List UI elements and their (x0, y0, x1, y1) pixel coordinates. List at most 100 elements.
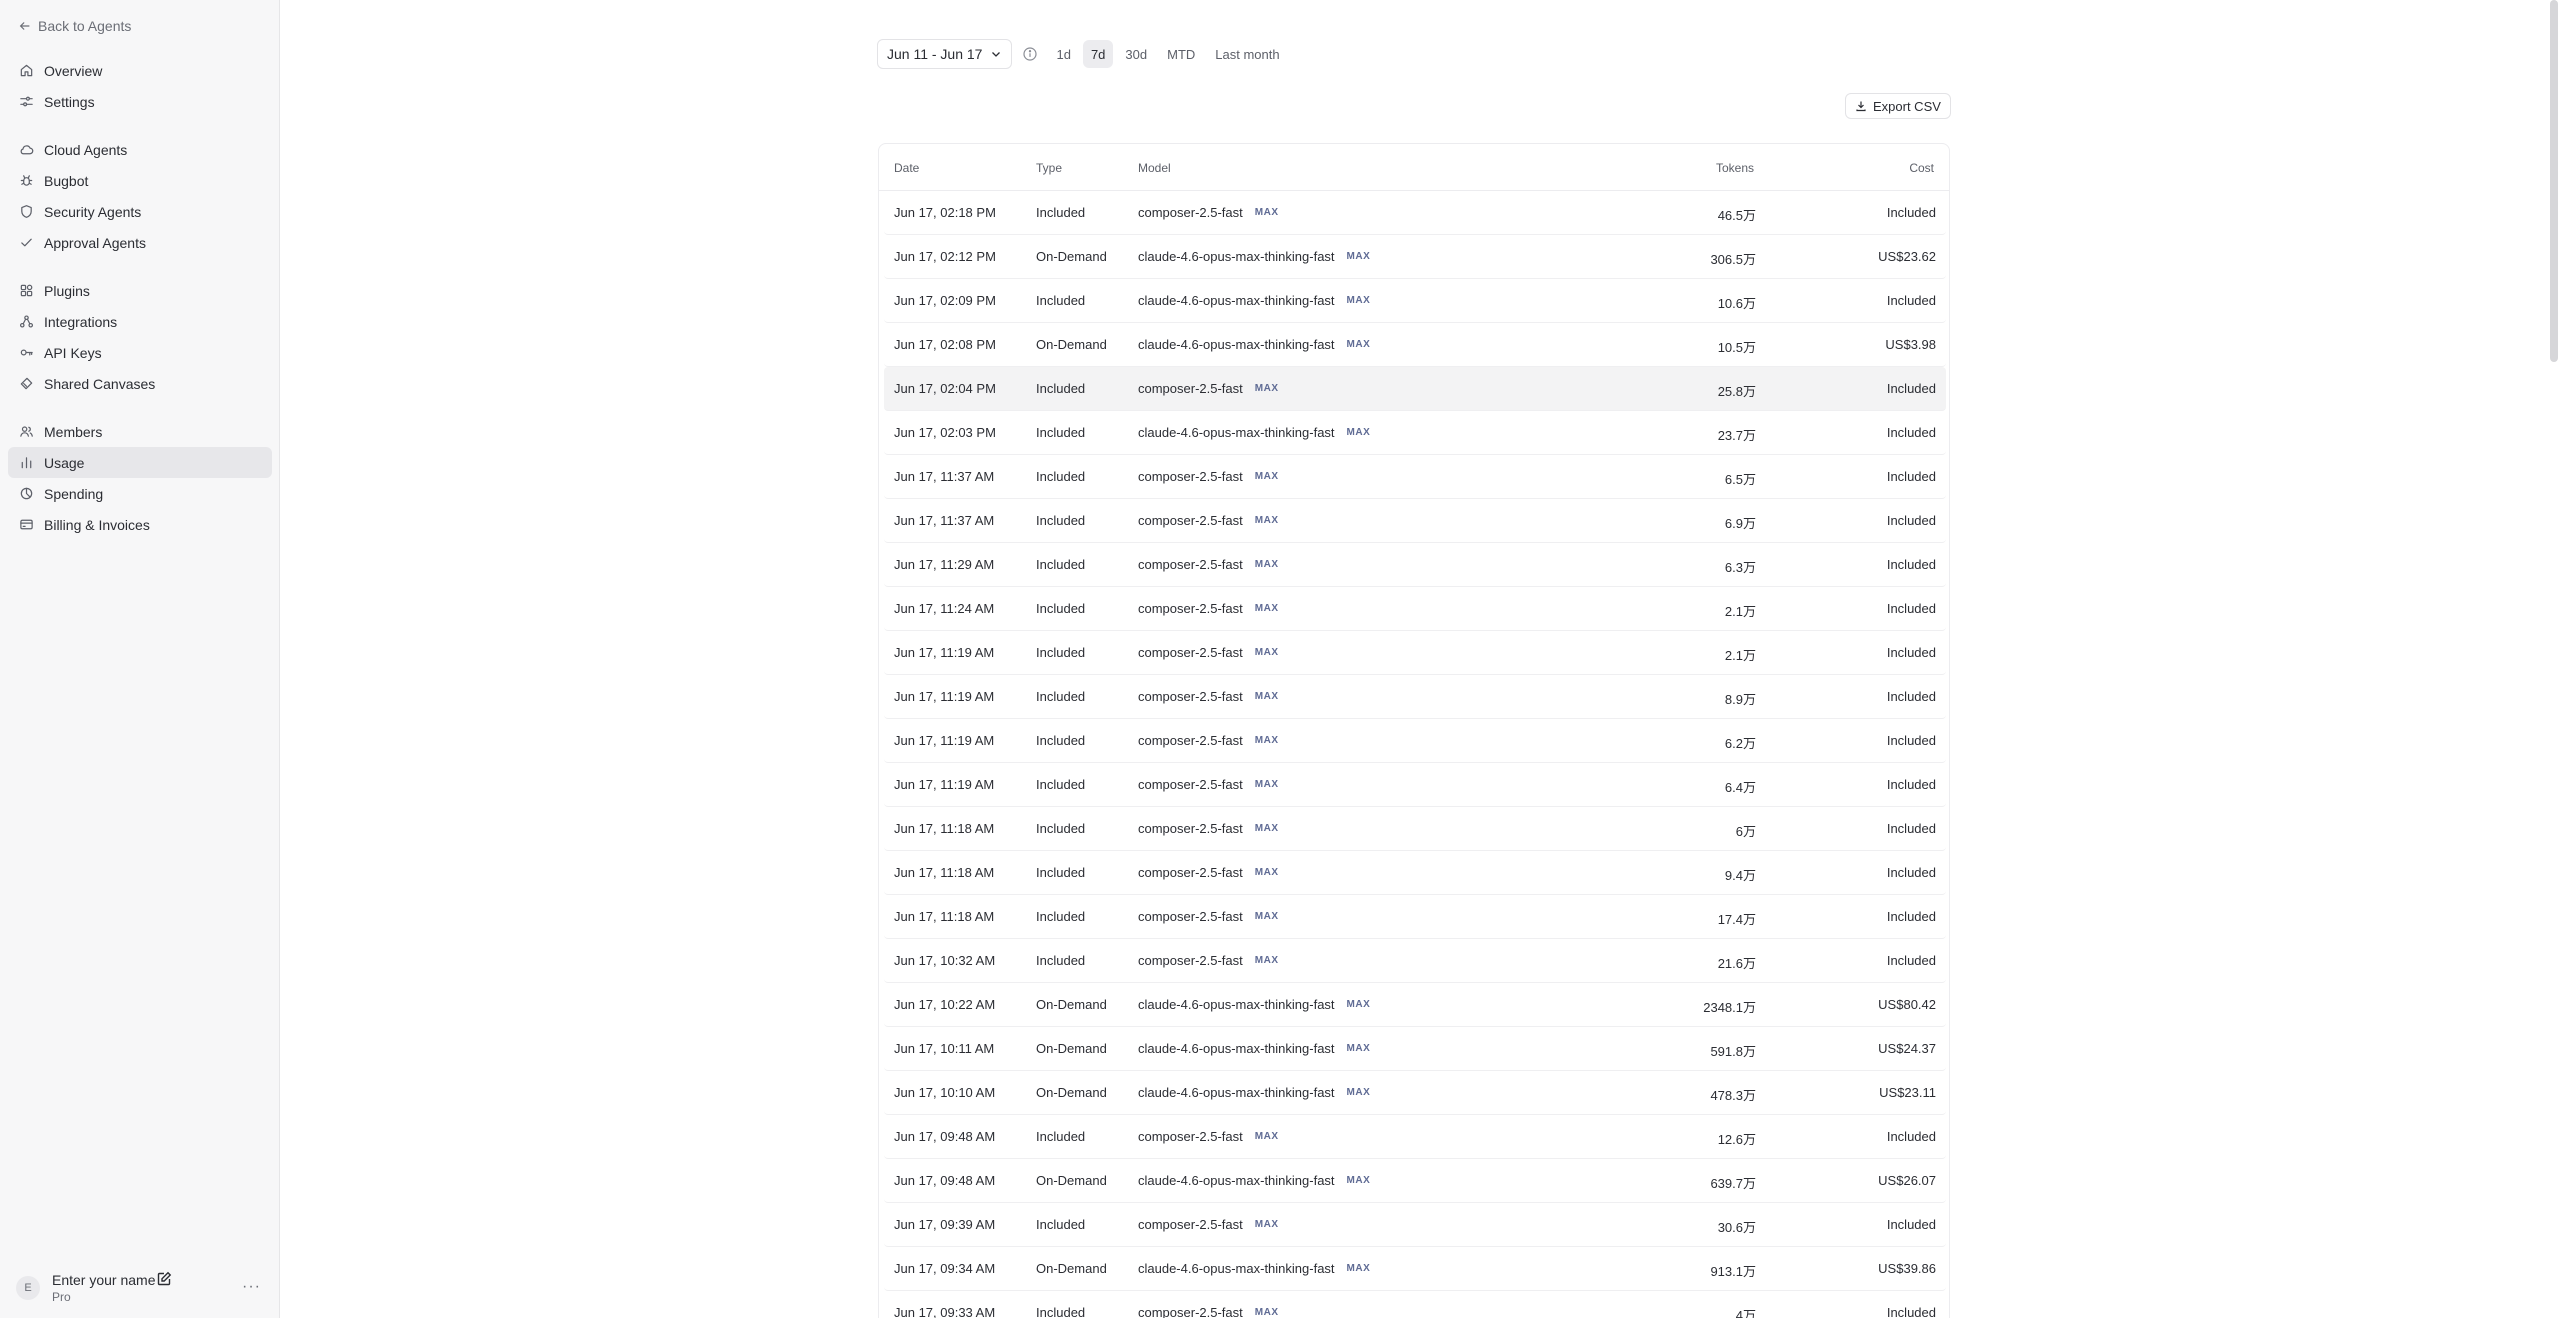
table-row[interactable]: Jun 17, 11:24 AM Included composer-2.5-fas… (884, 587, 1946, 631)
date-range-picker[interactable]: Jun 11 - Jun 17 (877, 39, 1013, 69)
cell-tokens: 10.5万 (1717, 340, 1756, 355)
model-name: composer-2.5-fast (1138, 381, 1243, 396)
sidebar-item-usage[interactable]: Usage (8, 447, 272, 478)
cell-tokens: 6万 (1735, 824, 1756, 839)
cell-date: Jun 17, 02:03 PM (894, 425, 996, 440)
sidebar-item-settings[interactable]: Settings (8, 86, 272, 117)
table-row[interactable]: Jun 17, 02:08 PM On-Demand claude-4.6-opus… (884, 323, 1946, 367)
page-scrollbar[interactable] (2550, 0, 2558, 362)
table-row[interactable]: Jun 17, 11:19 AM Included composer-2.5-fas… (884, 675, 1946, 719)
max-badge: MAX (1346, 1175, 1371, 1186)
cell-type: Included (1036, 733, 1086, 748)
model-name: claude-4.6-opus-max-thinking-fast (1138, 997, 1335, 1012)
max-badge: MAX (1254, 911, 1279, 922)
table-row[interactable]: Jun 17, 11:19 AM Included composer-2.5-fas… (884, 763, 1946, 807)
header-date[interactable]: Date (894, 161, 919, 175)
model-name: claude-4.6-opus-max-thinking-fast (1138, 293, 1335, 308)
sidebar-item-label: API Keys (44, 344, 102, 361)
cell-date: Jun 17, 09:39 AM (894, 1217, 996, 1232)
sliders-icon (19, 94, 34, 109)
cell-tokens: 478.3万 (1710, 1088, 1756, 1103)
cell-type: Included (1036, 293, 1086, 308)
preset-last-month[interactable]: Last month (1207, 40, 1287, 68)
cell-model: composer-2.5-fast MAX (1138, 1129, 1279, 1144)
cell-cost: Included (1886, 1129, 1936, 1144)
max-badge: MAX (1346, 999, 1371, 1010)
back-to-agents-link[interactable]: Back to Agents (18, 18, 131, 34)
sidebar-item-approval-agents[interactable]: Approval Agents (8, 227, 272, 258)
table-row[interactable]: Jun 17, 09:33 AM Included composer-2.5-fas… (884, 1291, 1946, 1318)
cell-date: Jun 17, 10:10 AM (894, 1085, 996, 1100)
cell-cost: Included (1886, 645, 1936, 660)
table-row[interactable]: Jun 17, 11:18 AM Included composer-2.5-fas… (884, 807, 1946, 851)
table-row[interactable]: Jun 17, 09:34 AM On-Demand claude-4.6-opus… (884, 1247, 1946, 1291)
table-row[interactable]: Jun 17, 10:32 AM Included composer-2.5-fas… (884, 939, 1946, 983)
sidebar-item-security-agents[interactable]: Security Agents (8, 196, 272, 227)
sidebar-item-bugbot[interactable]: Bugbot (8, 165, 272, 196)
table-row[interactable]: Jun 17, 02:09 PM Included claude-4.6-opus-… (884, 279, 1946, 323)
edit-icon[interactable] (156, 1271, 172, 1287)
table-row[interactable]: Jun 17, 11:19 AM Included composer-2.5-fas… (884, 631, 1946, 675)
cell-model: composer-2.5-fast MAX (1138, 777, 1279, 792)
cell-type: Included (1036, 953, 1086, 968)
table-row[interactable]: Jun 17, 10:10 AM On-Demand claude-4.6-opus… (884, 1071, 1946, 1115)
max-badge: MAX (1254, 955, 1279, 966)
more-options-icon[interactable]: ··· (242, 1278, 261, 1296)
cell-tokens: 591.8万 (1710, 1044, 1756, 1059)
table-row[interactable]: Jun 17, 11:19 AM Included composer-2.5-fas… (884, 719, 1946, 763)
cell-cost: US$3.98 (1885, 337, 1936, 352)
users-icon (19, 424, 34, 439)
sidebar-item-spending[interactable]: Spending (8, 478, 272, 509)
preset-7d[interactable]: 7d (1082, 40, 1114, 68)
max-badge: MAX (1254, 1131, 1279, 1142)
profile-name[interactable]: Enter your name (52, 1272, 156, 1288)
table-row[interactable]: Jun 17, 02:18 PM Included composer-2.5-fas… (884, 191, 1946, 235)
sidebar-item-api-keys[interactable]: API Keys (8, 337, 272, 368)
cell-type: Included (1036, 1129, 1086, 1144)
cell-model: claude-4.6-opus-max-thinking-fast MAX (1138, 337, 1370, 352)
cell-tokens: 639.7万 (1710, 1176, 1756, 1191)
sidebar: Back to Agents Overview Settings Cloud Age… (0, 0, 280, 1318)
sidebar-item-shared-canvases[interactable]: Shared Canvases (8, 368, 272, 399)
table-row[interactable]: Jun 17, 02:04 PM Included composer-2.5-fas… (884, 367, 1946, 411)
sidebar-item-billing-invoices[interactable]: Billing & Invoices (8, 509, 272, 540)
sidebar-item-members[interactable]: Members (8, 416, 272, 447)
model-name: composer-2.5-fast (1138, 557, 1243, 572)
cell-cost: Included (1886, 1305, 1936, 1318)
table-row[interactable]: Jun 17, 11:29 AM Included composer-2.5-fas… (884, 543, 1946, 587)
sidebar-item-label: Shared Canvases (44, 375, 156, 392)
table-row[interactable]: Jun 17, 11:37 AM Included composer-2.5-fas… (884, 455, 1946, 499)
date-range-label: Jun 11 - Jun 17 (887, 46, 983, 62)
preset-30d[interactable]: 30d (1117, 40, 1155, 68)
table-row[interactable]: Jun 17, 11:18 AM Included composer-2.5-fas… (884, 851, 1946, 895)
table-row[interactable]: Jun 17, 11:18 AM Included composer-2.5-fas… (884, 895, 1946, 939)
export-csv-button[interactable]: Export CSV (1845, 93, 1951, 119)
cell-date: Jun 17, 11:19 AM (894, 689, 995, 704)
table-row[interactable]: Jun 17, 02:03 PM Included claude-4.6-opus-… (884, 411, 1946, 455)
model-name: composer-2.5-fast (1138, 733, 1243, 748)
cell-tokens: 913.1万 (1710, 1264, 1756, 1279)
sidebar-item-integrations[interactable]: Integrations (8, 306, 272, 337)
table-row[interactable]: Jun 17, 10:11 AM On-Demand claude-4.6-opus… (884, 1027, 1946, 1071)
table-row[interactable]: Jun 17, 09:48 AM Included composer-2.5-fas… (884, 1115, 1946, 1159)
sidebar-item-cloud-agents[interactable]: Cloud Agents (8, 134, 272, 165)
cell-cost: Included (1886, 821, 1936, 836)
sidebar-item-plugins[interactable]: Plugins (8, 275, 272, 306)
sidebar-item-label: Overview (44, 62, 103, 79)
preset-1d[interactable]: 1d (1048, 40, 1078, 68)
table-row[interactable]: Jun 17, 02:12 PM On-Demand claude-4.6-opus… (884, 235, 1946, 279)
cell-cost: Included (1886, 557, 1936, 572)
table-row[interactable]: Jun 17, 10:22 AM On-Demand claude-4.6-opus… (884, 983, 1946, 1027)
profile-menu[interactable]: E Enter your name Pro ··· (14, 1270, 266, 1306)
cell-tokens: 46.5万 (1717, 208, 1756, 223)
cell-type: Included (1036, 865, 1086, 880)
preset-mtd[interactable]: MTD (1159, 40, 1203, 68)
max-badge: MAX (1346, 295, 1371, 306)
sidebar-item-overview[interactable]: Overview (8, 55, 272, 86)
max-badge: MAX (1254, 735, 1279, 746)
table-row[interactable]: Jun 17, 11:37 AM Included composer-2.5-fas… (884, 499, 1946, 543)
info-icon[interactable] (1022, 46, 1038, 62)
table-row[interactable]: Jun 17, 09:48 AM On-Demand claude-4.6-opus… (884, 1159, 1946, 1203)
table-row[interactable]: Jun 17, 09:39 AM Included composer-2.5-fas… (884, 1203, 1946, 1247)
max-badge: MAX (1254, 823, 1279, 834)
